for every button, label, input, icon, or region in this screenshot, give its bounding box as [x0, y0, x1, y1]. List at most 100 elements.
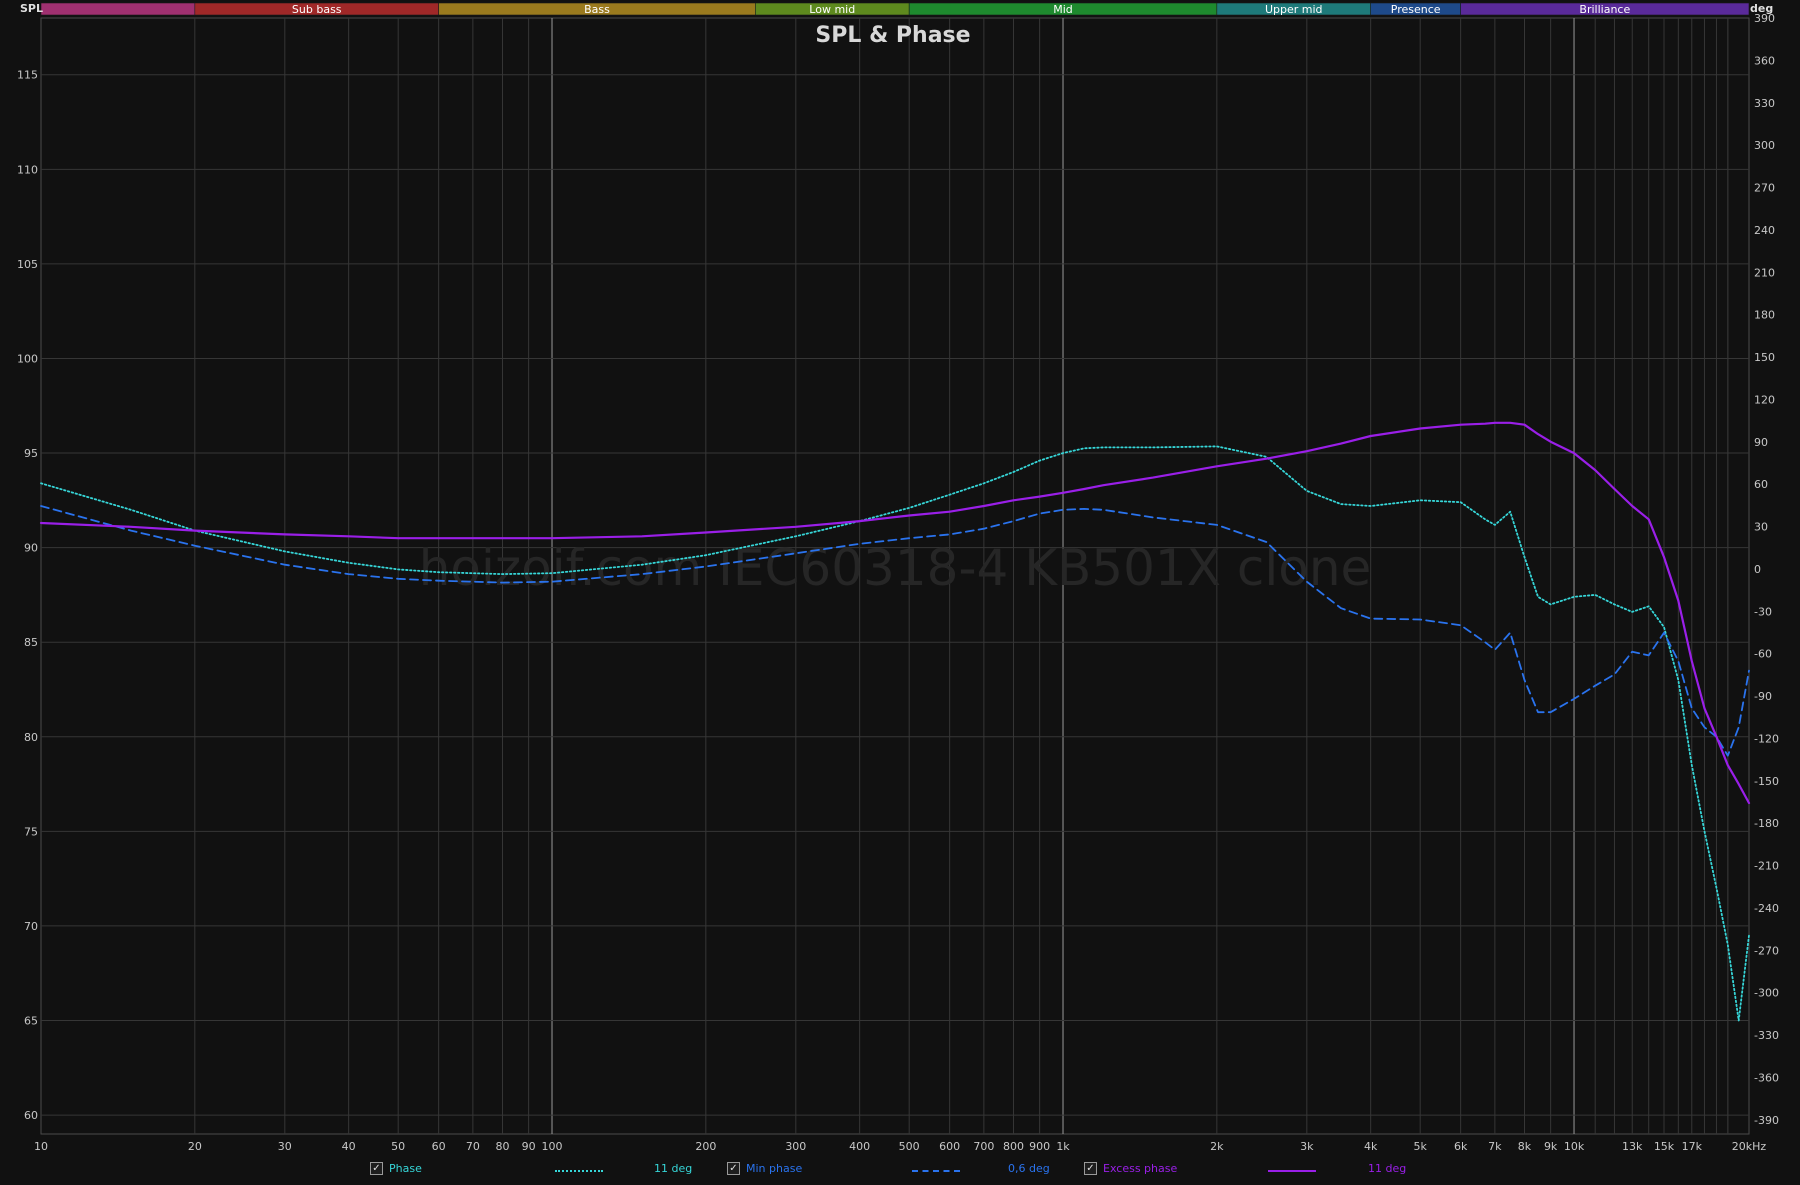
y-right-tick-label-0: 390 — [1754, 12, 1775, 25]
x-tick-label-23: 6k — [1454, 1140, 1468, 1153]
y-right-tick-label-21: -240 — [1754, 902, 1779, 915]
x-tick-label-19: 2k — [1210, 1140, 1224, 1153]
x-tick-label-0: 10 — [34, 1140, 48, 1153]
y-right-tick-label-20: -210 — [1754, 860, 1779, 873]
x-tick-label-9: 100 — [542, 1140, 563, 1153]
x-tick-label-28: 13k — [1622, 1140, 1643, 1153]
legend-item-excess-phase[interactable]: ✓ Excess phase — [1084, 1162, 1177, 1175]
x-tick-label-26: 9k — [1544, 1140, 1558, 1153]
y-right-tick-label-12: 30 — [1754, 521, 1768, 534]
y-right-tick-label-18: -150 — [1754, 775, 1779, 788]
legend-value-phase: 11 deg — [654, 1162, 693, 1175]
legend-swatch-min-phase — [912, 1170, 960, 1172]
x-tick-label-4: 50 — [391, 1140, 405, 1153]
y-right-tick-label-6: 210 — [1754, 266, 1775, 279]
x-tick-label-27: 10k — [1564, 1140, 1585, 1153]
y-right-tick-label-14: -30 — [1754, 605, 1772, 618]
x-tick-label-14: 600 — [939, 1140, 960, 1153]
y-right-tick-label-11: 60 — [1754, 478, 1768, 491]
y-left-tick-label-4: 80 — [24, 731, 38, 744]
x-tick-label-15: 700 — [973, 1140, 994, 1153]
chart-watermark: hoizoif.com IEC60318-4 KB501X clone — [419, 539, 1372, 597]
y-right-tick-label-16: -90 — [1754, 690, 1772, 703]
x-tick-label-7: 80 — [495, 1140, 509, 1153]
y-right-tick-label-10: 90 — [1754, 436, 1768, 449]
legend-label-min-phase: Min phase — [746, 1162, 803, 1175]
x-tick-label-12: 400 — [849, 1140, 870, 1153]
x-tick-label-21: 4k — [1364, 1140, 1378, 1153]
y-left-tick-label-10: 110 — [17, 163, 38, 176]
y-left-tick-label-9: 105 — [17, 258, 38, 271]
y-right-tick-label-1: 360 — [1754, 54, 1775, 67]
x-tick-label-30: 17k — [1682, 1140, 1703, 1153]
band-label-5: Upper mid — [1265, 3, 1323, 16]
x-tick-label-10: 200 — [695, 1140, 716, 1153]
x-tick-label-22: 5k — [1414, 1140, 1428, 1153]
x-tick-label-18: 1k — [1056, 1140, 1070, 1153]
x-tick-label-1: 20 — [188, 1140, 202, 1153]
band-label-4: Mid — [1053, 3, 1073, 16]
legend-swatch-phase — [555, 1170, 603, 1172]
x-tick-label-6: 70 — [466, 1140, 480, 1153]
y-left-tick-label-6: 90 — [24, 542, 38, 555]
y-right-tick-label-5: 240 — [1754, 224, 1775, 237]
legend-label-phase: Phase — [389, 1162, 422, 1175]
legend: ✓ Phase 11 deg ✓ Min phase 0,6 deg ✓ Exc… — [0, 1160, 1800, 1182]
y-right-tick-label-7: 180 — [1754, 309, 1775, 322]
y-right-tick-label-2: 330 — [1754, 97, 1775, 110]
y-right-tick-label-8: 150 — [1754, 351, 1775, 364]
legend-value-min-phase: 0,6 deg — [1008, 1162, 1050, 1175]
y-right-tick-label-23: -300 — [1754, 987, 1779, 1000]
spl-phase-chart: Sub bass Bass Low mid Mid Upper mid Presence B… — [0, 0, 1800, 1160]
y-left-tick-label-8: 100 — [17, 352, 38, 365]
x-tick-label-5: 60 — [432, 1140, 446, 1153]
x-tick-label-3: 40 — [342, 1140, 356, 1153]
x-tick-label-17: 900 — [1029, 1140, 1050, 1153]
x-tick-label-11: 300 — [785, 1140, 806, 1153]
band-label-3: Low mid — [809, 3, 855, 16]
y-right-tick-label-9: 120 — [1754, 393, 1775, 406]
band-label-7: Brilliance — [1579, 3, 1630, 16]
x-tick-label-16: 800 — [1003, 1140, 1024, 1153]
y-left-tick-label-7: 95 — [24, 447, 38, 460]
y-left-tick-label-5: 85 — [24, 636, 38, 649]
y-right-tick-label-17: -120 — [1754, 732, 1779, 745]
legend-item-min-phase[interactable]: ✓ Min phase — [727, 1162, 802, 1175]
min-phase-checkbox[interactable]: ✓ — [727, 1162, 740, 1175]
y-left-tick-label-0: 60 — [24, 1109, 38, 1122]
y-right-tick-label-15: -60 — [1754, 648, 1772, 661]
y-right-tick-label-4: 270 — [1754, 182, 1775, 195]
band-rect-0 — [40, 2, 196, 16]
legend-swatch-excess-phase — [1268, 1170, 1316, 1172]
y-left-tick-label-2: 70 — [24, 920, 38, 933]
legend-label-excess-phase: Excess phase — [1103, 1162, 1178, 1175]
y-right-tick-label-24: -330 — [1754, 1029, 1779, 1042]
x-tick-label-13: 500 — [899, 1140, 920, 1153]
band-label-1: Sub bass — [292, 3, 342, 16]
y-right-tick-label-13: 0 — [1754, 563, 1761, 576]
x-tick-label-25: 8k — [1518, 1140, 1532, 1153]
x-tick-label-20: 3k — [1300, 1140, 1314, 1153]
x-unit-label: 20kHz — [1732, 1140, 1767, 1153]
y-right-tick-label-26: -390 — [1754, 1114, 1779, 1127]
y-left-tick-label-3: 75 — [24, 825, 38, 838]
left-axis-label: SPL — [20, 2, 43, 15]
phase-checkbox[interactable]: ✓ — [370, 1162, 383, 1175]
y-right-tick-label-3: 300 — [1754, 139, 1775, 152]
y-right-tick-label-25: -360 — [1754, 1071, 1779, 1084]
x-tick-label-24: 7k — [1488, 1140, 1502, 1153]
y-left-tick-label-11: 115 — [17, 69, 38, 82]
x-tick-label-8: 90 — [522, 1140, 536, 1153]
y-left-tick-label-1: 65 — [24, 1015, 38, 1028]
frequency-band-bar: Sub bass Bass Low mid Mid Upper mid Presence B… — [40, 2, 1750, 16]
y-right-tick-label-19: -180 — [1754, 817, 1779, 830]
band-label-2: Bass — [584, 3, 610, 16]
y-right-tick-label-22: -270 — [1754, 944, 1779, 957]
band-label-6: Presence — [1391, 3, 1441, 16]
x-tick-label-29: 15k — [1654, 1140, 1675, 1153]
legend-item-phase[interactable]: ✓ Phase — [370, 1162, 422, 1175]
legend-value-excess-phase: 11 deg — [1368, 1162, 1407, 1175]
chart-title: SPL & Phase — [815, 23, 970, 48]
x-tick-label-2: 30 — [278, 1140, 292, 1153]
excess-phase-checkbox[interactable]: ✓ — [1084, 1162, 1097, 1175]
